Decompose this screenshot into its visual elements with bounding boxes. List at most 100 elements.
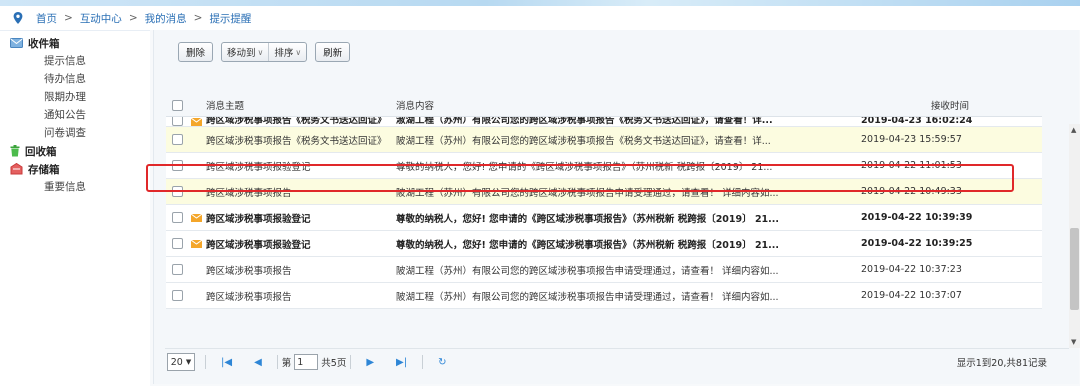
last-page-icon[interactable]: ▶| (396, 357, 407, 368)
row-time: 2019-04-22 10:49:33 (861, 186, 962, 197)
refresh-button[interactable]: 刷新 (315, 42, 351, 62)
trash-icon (10, 145, 20, 157)
table-row[interactable]: 跨区域涉税事项报验登记 尊敬的纳税人，您好! 您申请的《跨区域涉税事项报告》（苏州… (166, 153, 1042, 179)
divider (205, 355, 206, 369)
row-time: 2019-04-23 15:59:57 (861, 134, 962, 145)
row-time: 2019-04-22 10:37:23 (861, 264, 962, 275)
row-checkbox[interactable] (172, 264, 183, 275)
row-body: 尊敬的纳税人，您好! 您申请的《跨区域涉税事项报告》（苏州税新 税跨报〔2019… (396, 239, 779, 251)
row-envelope-cell (191, 239, 206, 248)
table-row[interactable]: 跨区域涉税事项报告 陂湖工程（苏州）有限公司您的跨区域涉税事项报告申请受理通过，请… (166, 179, 1042, 205)
row-checkbox[interactable] (172, 290, 183, 301)
unread-envelope-icon (191, 118, 202, 126)
page-size-select[interactable]: 20 ▼ (167, 353, 195, 371)
breadcrumb-interaction-center[interactable]: 互动中心 (80, 11, 122, 26)
sidebar-group-archive[interactable]: 存储箱 (0, 160, 150, 178)
table-row[interactable]: 跨区域涉税事项报告《税务文书送达回证》 陂湖工程（苏州）有限公司您的跨区域涉税事项… (166, 127, 1042, 153)
sidebar-item-notices[interactable]: 通知公告 (0, 106, 150, 124)
sidebar-group-label: 存储箱 (28, 163, 60, 176)
table-row[interactable]: 跨区域涉税事项报验登记 尊敬的纳税人，您好! 您申请的《跨区域涉税事项报告》（苏州… (166, 205, 1042, 231)
unread-envelope-icon (191, 239, 202, 248)
row-subject: 跨区域涉税事项报验登记 (206, 213, 311, 225)
breadcrumb-separator: > (64, 12, 73, 24)
breadcrumb-separator: > (128, 12, 138, 24)
sidebar-item-survey[interactable]: 问卷调查 (0, 124, 150, 142)
row-envelope-cell (191, 118, 206, 126)
row-subject: 跨区域涉税事项报告 (206, 291, 292, 303)
move-sort-group: 移动到 ∨ 排序 ∨ (221, 42, 308, 62)
row-checkbox[interactable] (172, 238, 183, 249)
row-checkbox[interactable] (172, 160, 183, 171)
table-row[interactable]: 跨区域涉税事项报验登记 尊敬的纳税人，您好! 您申请的《跨区域涉税事项报告》（苏州… (166, 231, 1042, 257)
table-row[interactable]: 跨区域涉税事项报告 陂湖工程（苏州）有限公司您的跨区域涉税事项报告申请受理通过，请… (166, 257, 1042, 283)
row-body: 陂湖工程（苏州）有限公司您的跨区域涉税事项报告《税务文书送达回证》，请查看！详.… (396, 135, 771, 147)
sidebar-group-label: 回收箱 (25, 145, 57, 158)
breadcrumb-my-messages[interactable]: 我的消息 (145, 11, 187, 26)
move-to-label: 移动到 (227, 48, 256, 59)
scroll-up-icon[interactable]: ▲ (1071, 126, 1076, 134)
unread-envelope-icon (191, 213, 202, 222)
divider (276, 355, 278, 369)
envelope-icon (10, 38, 23, 48)
toolbar: 删除 移动到 ∨ 排序 ∨ 刷新 (178, 42, 351, 62)
sidebar-item-prompt-info[interactable]: 提示信息 (0, 52, 150, 70)
breadcrumb-reminders[interactable]: 提示提醒 (209, 11, 251, 26)
table-scrollbar[interactable]: ▲ ▼ (1069, 124, 1080, 348)
table-header: 消息主题 消息内容 接收时间 (166, 94, 1042, 117)
row-checkbox[interactable] (172, 212, 183, 223)
row-subject: 跨区域涉税事项报验登记 (206, 239, 311, 251)
table-row[interactable]: 跨区域涉税事项报告 陂湖工程（苏州）有限公司您的跨区域涉税事项报告申请受理通过，请… (166, 283, 1042, 309)
sidebar-item-deadline[interactable]: 限期办理 (0, 88, 150, 106)
row-subject: 跨区域涉税事项报告《税务文书送达回证》 (206, 135, 387, 147)
sort-dropdown[interactable]: 排序 ∨ (268, 43, 306, 61)
scroll-down-icon[interactable]: ▼ (1071, 338, 1076, 346)
page-prefix: 第 (281, 358, 292, 369)
header-subject[interactable]: 消息主题 (206, 98, 396, 112)
row-time: 2019-04-22 11:01:53 (861, 160, 962, 171)
sidebar: 收件箱 提示信息 待办信息 限期办理 通知公告 问卷调查 回收箱 存储箱 重要信… (0, 34, 150, 386)
sidebar-group-inbox[interactable]: 收件箱 (0, 34, 150, 52)
row-subject: 跨区域涉税事项报告 (206, 265, 292, 277)
message-panel: 删除 移动到 ∨ 排序 ∨ 刷新 消息主题 消息内容 接收时间 跨区域涉税事项报… (153, 30, 1079, 384)
delete-button[interactable]: 删除 (178, 42, 214, 62)
next-page-icon[interactable]: ▶ (366, 357, 374, 368)
first-page-icon[interactable]: |◀ (221, 357, 232, 368)
select-all-checkbox[interactable] (172, 99, 183, 111)
sidebar-group-label: 收件箱 (28, 37, 60, 50)
breadcrumb: 首页 > 互动中心 > 我的消息 > 提示提醒 (0, 6, 1080, 31)
breadcrumb-home[interactable]: 首页 (36, 11, 57, 26)
row-checkbox[interactable] (172, 134, 183, 145)
row-time: 2019-04-22 10:39:25 (861, 238, 973, 249)
row-body: 尊敬的纳税人，您好! 您申请的《跨区域涉税事项报告》（苏州税新 税跨报〔2019… (396, 213, 779, 225)
row-envelope-cell (191, 213, 206, 222)
row-subject: 跨区域涉税事项报验登记 (206, 161, 311, 173)
row-body: 尊敬的纳税人，您好! 您申请的《跨区域涉税事项报告》（苏州税新 税跨报〔2019… (396, 161, 773, 173)
location-pin-icon (13, 12, 23, 24)
message-table: 消息主题 消息内容 接收时间 跨区域涉税事项报告《税务文书送达回证》 淑湖工程（… (166, 94, 1042, 309)
header-time[interactable]: 接收时间 (851, 98, 1041, 112)
row-checkbox[interactable] (172, 117, 183, 126)
sidebar-item-important[interactable]: 重要信息 (0, 178, 150, 196)
main-content: 删除 移动到 ∨ 排序 ∨ 刷新 消息主题 消息内容 接收时间 跨区域涉税事项报… (150, 30, 1080, 386)
refresh-icon[interactable]: ↻ (438, 357, 446, 368)
pagination-bar: 20 ▼ |◀ ◀ 第 1 共5页 ▶ ▶| ↻ 显示1到20,共81记录 (165, 348, 1069, 375)
chevron-down-icon: ∨ (257, 47, 264, 57)
row-time: 2019-04-22 10:37:07 (861, 290, 962, 301)
move-to-dropdown[interactable]: 移动到 ∨ (222, 43, 268, 61)
prev-page-icon[interactable]: ◀ (254, 357, 262, 368)
row-body: 陂湖工程（苏州）有限公司您的跨区域涉税事项报告申请受理通过，请查看！ 详细内容如… (396, 265, 779, 277)
sidebar-group-recycle[interactable]: 回收箱 (0, 142, 150, 160)
header-body[interactable]: 消息内容 (396, 98, 851, 112)
sidebar-item-todo-info[interactable]: 待办信息 (0, 70, 150, 88)
row-checkbox[interactable] (172, 186, 183, 197)
page-size-value: 20 (170, 356, 183, 368)
table-body: 跨区域涉税事项报告《税务文书送达回证》 陂湖工程（苏州）有限公司您的跨区域涉税事项… (166, 127, 1042, 309)
page-total: 共5页 (321, 358, 347, 369)
dropdown-arrow-icon: ▼ (185, 358, 192, 366)
row-time: 2019-04-23 16:02:24 (861, 117, 973, 126)
scroll-thumb[interactable] (1070, 228, 1079, 310)
table-row-partial[interactable]: 跨区域涉税事项报告《税务文书送达回证》 淑湖工程（苏州）有限公司您的跨区域涉税事… (166, 117, 1042, 127)
chevron-down-icon: ∨ (295, 47, 302, 57)
sort-label: 排序 (274, 48, 294, 59)
page-number-input[interactable]: 1 (294, 354, 319, 370)
